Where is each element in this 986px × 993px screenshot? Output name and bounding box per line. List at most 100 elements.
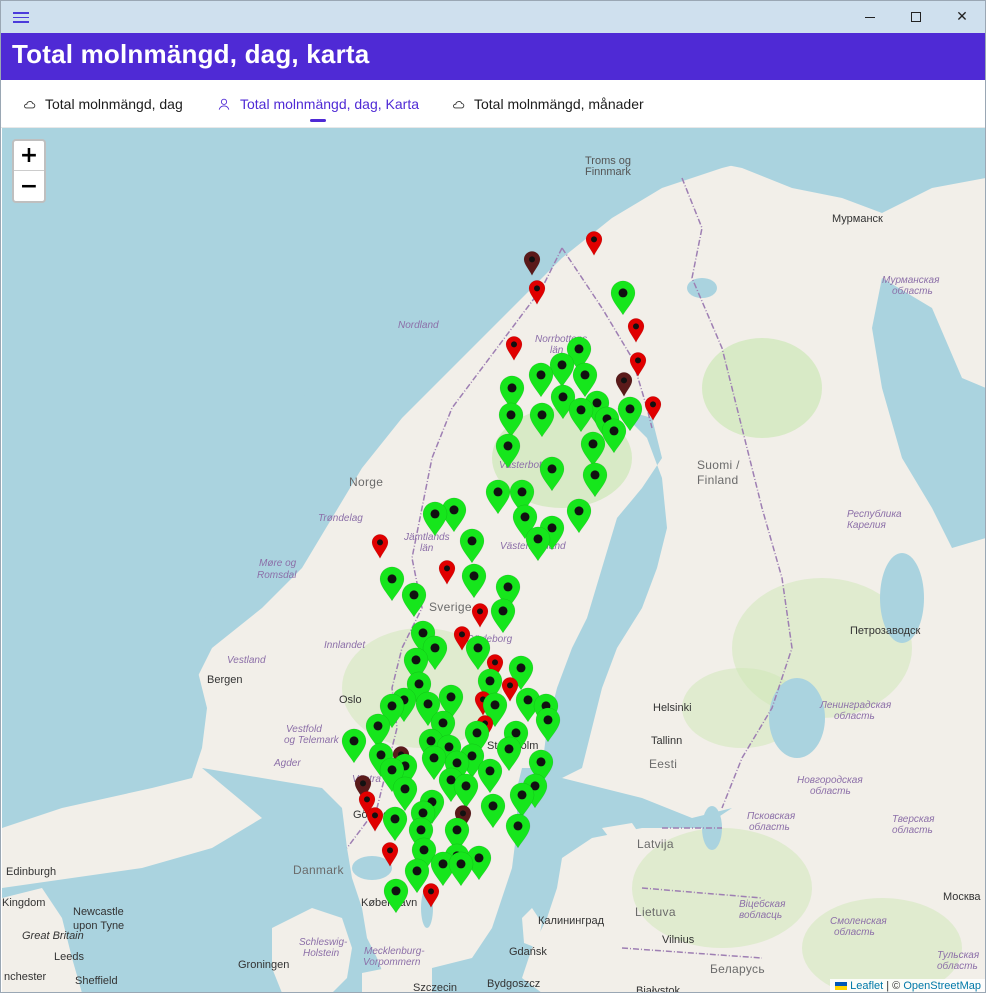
hamburger-icon[interactable] [13,9,31,25]
marker-red[interactable] [366,807,384,832]
marker-pin-shape [505,813,531,849]
tab-daily-label: Total molnmängd, dag [45,96,183,112]
marker-green[interactable] [480,793,506,829]
marker-green[interactable] [448,851,474,887]
tab-daily[interactable]: Total molnmängd, dag [22,80,183,128]
marker-dot [574,506,584,516]
marker-green[interactable] [568,397,594,433]
active-tab-indicator [310,119,326,122]
marker-green[interactable] [490,598,516,634]
marker-green[interactable] [379,566,405,602]
marker-green[interactable] [365,713,391,749]
marker-red[interactable] [422,883,440,908]
marker-dot [377,539,383,546]
marker-green[interactable] [382,806,408,842]
marker-green[interactable] [485,479,511,515]
marker-dot [547,464,557,474]
marker-pin-shape [629,352,647,377]
map-pin-icon [218,98,230,110]
marker-dot [507,383,517,393]
marker-red[interactable] [471,603,489,628]
marker-dot [507,682,513,689]
marker-green[interactable] [582,462,608,498]
marker-green[interactable] [459,528,485,564]
marker-green[interactable] [535,707,561,743]
marker-dot [488,801,498,811]
marker-pin-shape [644,396,662,421]
marker-dot [504,744,514,754]
marker-dot [409,590,419,600]
marker-dot [446,692,456,702]
marker-green[interactable] [566,498,592,534]
tab-daily-map[interactable]: Total molnmängd, dag, Karta [217,80,419,128]
marker-red[interactable] [528,280,546,305]
close-button[interactable]: ✕ [939,1,985,33]
marker-dot [517,487,527,497]
marker-red[interactable] [381,842,399,867]
marker-dot [558,392,568,402]
marker-red[interactable] [505,336,523,361]
marker-dot [387,847,393,854]
marker-red[interactable] [627,318,645,343]
marker-green[interactable] [401,582,427,618]
marker-red[interactable] [644,396,662,421]
page-header: Total molnmängd, dag, karta [1,33,985,80]
marker-green[interactable] [341,728,367,764]
marker-dark[interactable] [615,372,633,397]
marker-pin-shape [549,352,575,388]
marker-green[interactable] [465,635,491,671]
marker-pin-shape [379,566,405,602]
zoom-out-button[interactable]: − [14,171,44,201]
marker-red[interactable] [371,534,389,559]
marker-dot [461,781,471,791]
marker-dot [364,796,370,803]
marker-dot [529,256,535,263]
marker-green[interactable] [529,402,555,438]
marker-green[interactable] [453,773,479,809]
zoom-in-button[interactable]: + [14,141,44,171]
marker-green[interactable] [498,402,524,438]
marker-layer [341,231,662,914]
marker-green[interactable] [525,526,551,562]
marker-red[interactable] [629,352,647,377]
marker-green[interactable] [461,563,487,599]
marker-green[interactable] [509,782,535,818]
marker-dot [537,410,547,420]
marker-dark[interactable] [523,251,541,276]
marker-green[interactable] [539,456,565,492]
app-window: ✕ Total molnmängd, dag, karta Total moln… [0,0,986,993]
marker-dot [438,718,448,728]
maximize-icon [911,12,921,22]
osm-link[interactable]: OpenStreetMap [903,980,981,992]
marker-dot [426,736,436,746]
map-view[interactable]: Troms og Finnmark Мурманск Мурманская об… [2,128,985,992]
marker-dot [523,695,533,705]
marker-dot [536,757,546,767]
marker-green[interactable] [610,280,636,316]
leaflet-link[interactable]: Leaflet [850,980,883,992]
marker-dot [419,845,429,855]
marker-dot [511,341,517,348]
marker-green[interactable] [383,878,409,914]
marker-green[interactable] [495,433,521,469]
marker-green[interactable] [528,362,554,398]
marker-red[interactable] [438,560,456,585]
marker-pin-shape [382,806,408,842]
marker-green[interactable] [477,758,503,794]
marker-green[interactable] [549,352,575,388]
marker-dot [474,853,484,863]
marker-green[interactable] [601,418,627,454]
marker-red[interactable] [585,231,603,256]
marker-dot [430,643,440,653]
marker-green[interactable] [580,431,606,467]
marker-green[interactable] [505,813,531,849]
minimize-button[interactable] [847,1,893,33]
marker-dot [438,859,448,869]
maximize-button[interactable] [893,1,939,33]
marker-pin-shape [539,456,565,492]
marker-pin-shape [582,462,608,498]
marker-green[interactable] [422,501,448,537]
marker-dot [349,736,359,746]
tab-monthly[interactable]: Total molnmängd, månader [451,80,644,128]
marker-dot [485,676,495,686]
